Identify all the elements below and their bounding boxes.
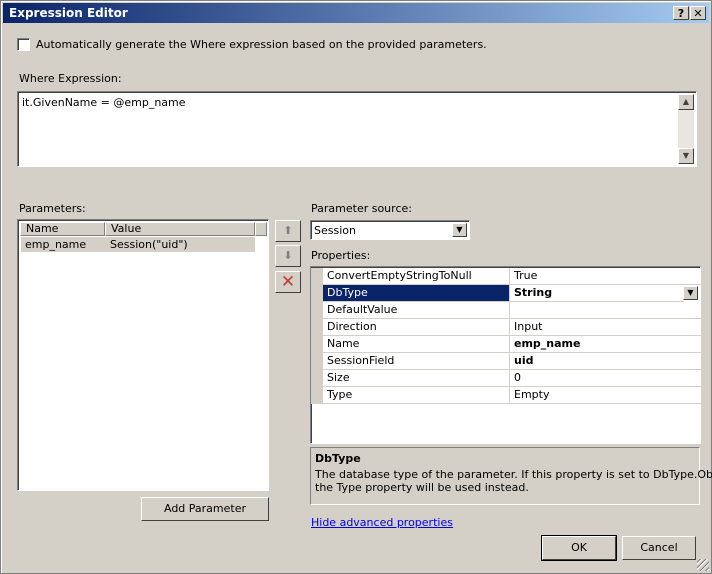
- property-value[interactable]: uid: [510, 353, 703, 370]
- hide-advanced-properties-link[interactable]: Hide advanced properties: [311, 516, 453, 529]
- move-down-button[interactable]: ⬇: [275, 245, 301, 267]
- delete-button[interactable]: ✕: [275, 271, 301, 293]
- where-expression-label: Where Expression:: [19, 72, 122, 85]
- table-row[interactable]: emp_name Session("uid"): [21, 237, 255, 252]
- auto-generate-checkbox[interactable]: [17, 38, 30, 51]
- row-gutter: [311, 353, 323, 370]
- where-scrollbar[interactable]: ▲ ▼: [678, 94, 694, 164]
- row-gutter: [311, 387, 323, 404]
- properties-label: Properties:: [311, 249, 371, 262]
- cancel-button[interactable]: Cancel: [622, 536, 696, 560]
- move-down-icon: ⬇: [283, 249, 293, 262]
- property-row[interactable]: SessionField uid: [311, 353, 703, 370]
- property-name: Type: [323, 387, 510, 404]
- column-header-value[interactable]: Value: [105, 222, 255, 236]
- property-name: Size: [323, 370, 510, 387]
- move-up-icon: ⬆: [283, 224, 293, 237]
- column-header-filler: [255, 222, 267, 236]
- parameter-source-select[interactable]: Session ▼: [310, 220, 470, 240]
- scroll-up-icon[interactable]: ▲: [678, 94, 694, 110]
- property-row[interactable]: ConvertEmptyStringToNull True: [311, 268, 703, 285]
- param-value-cell: Session("uid"): [110, 238, 188, 251]
- dbtype-value-input[interactable]: String: [510, 285, 684, 302]
- parameters-label: Parameters:: [19, 202, 86, 215]
- property-name: Direction: [323, 319, 510, 336]
- help-button[interactable]: ?: [673, 6, 689, 20]
- property-row[interactable]: Type Empty: [311, 387, 703, 404]
- column-header-name[interactable]: Name: [20, 222, 105, 236]
- property-value[interactable]: [510, 302, 703, 319]
- ok-button[interactable]: OK: [541, 535, 617, 561]
- description-title: DbType: [315, 452, 361, 465]
- property-row[interactable]: Direction Input: [311, 319, 703, 336]
- property-name: DefaultValue: [323, 302, 510, 319]
- property-row-selected[interactable]: DbType String ▼: [311, 285, 699, 302]
- close-button[interactable]: ✕: [690, 6, 706, 20]
- parameter-source-value: Session: [314, 224, 356, 237]
- property-name: ConvertEmptyStringToNull: [323, 268, 510, 285]
- auto-generate-label: Automatically generate the Where express…: [36, 38, 487, 51]
- row-gutter: [311, 370, 323, 387]
- property-name: DbType: [323, 285, 510, 302]
- property-name: SessionField: [323, 353, 510, 370]
- window-title: Expression Editor: [9, 6, 128, 20]
- where-expression-textarea[interactable]: it.GivenName = @emp_name ▲ ▼: [17, 91, 697, 167]
- parameter-source-label: Parameter source:: [311, 202, 412, 215]
- property-description: DbType The database type of the paramete…: [310, 447, 712, 505]
- property-row[interactable]: Name emp_name: [311, 336, 703, 353]
- description-text-line1: The database type of the parameter. If t…: [315, 468, 712, 481]
- expression-editor-dialog: Expression Editor ? ✕ Automatically gene…: [0, 0, 712, 574]
- property-row[interactable]: Size 0: [311, 370, 703, 387]
- property-grid[interactable]: ConvertEmptyStringToNull True DbType Str…: [310, 266, 703, 444]
- delete-icon: ✕: [280, 272, 296, 292]
- property-value[interactable]: Input: [510, 319, 703, 336]
- property-row[interactable]: DefaultValue: [311, 302, 703, 319]
- parameters-listview[interactable]: Name Value emp_name Session("uid"): [17, 219, 269, 491]
- property-value[interactable]: emp_name: [510, 336, 703, 353]
- property-value[interactable]: 0: [510, 370, 703, 387]
- row-gutter: [311, 319, 323, 336]
- dbtype-dropdown-icon[interactable]: ▼: [683, 286, 698, 300]
- row-gutter: [311, 285, 323, 302]
- property-value[interactable]: True: [510, 268, 703, 285]
- property-value[interactable]: Empty: [510, 387, 703, 404]
- title-bar: Expression Editor ? ✕: [3, 3, 709, 23]
- scroll-down-icon[interactable]: ▼: [678, 148, 694, 164]
- row-gutter: [311, 336, 323, 353]
- row-gutter: [311, 302, 323, 319]
- move-up-button[interactable]: ⬆: [275, 220, 301, 242]
- param-name-cell: emp_name: [25, 238, 87, 251]
- row-gutter: [311, 268, 323, 285]
- description-text-line2: the Type property will be used instead.: [315, 481, 529, 494]
- resize-grip-icon[interactable]: [697, 559, 709, 571]
- add-parameter-button[interactable]: Add Parameter: [141, 497, 269, 521]
- chevron-down-icon[interactable]: ▼: [452, 223, 467, 237]
- where-expression-text: it.GivenName = @emp_name: [22, 96, 186, 109]
- property-name: Name: [323, 336, 510, 353]
